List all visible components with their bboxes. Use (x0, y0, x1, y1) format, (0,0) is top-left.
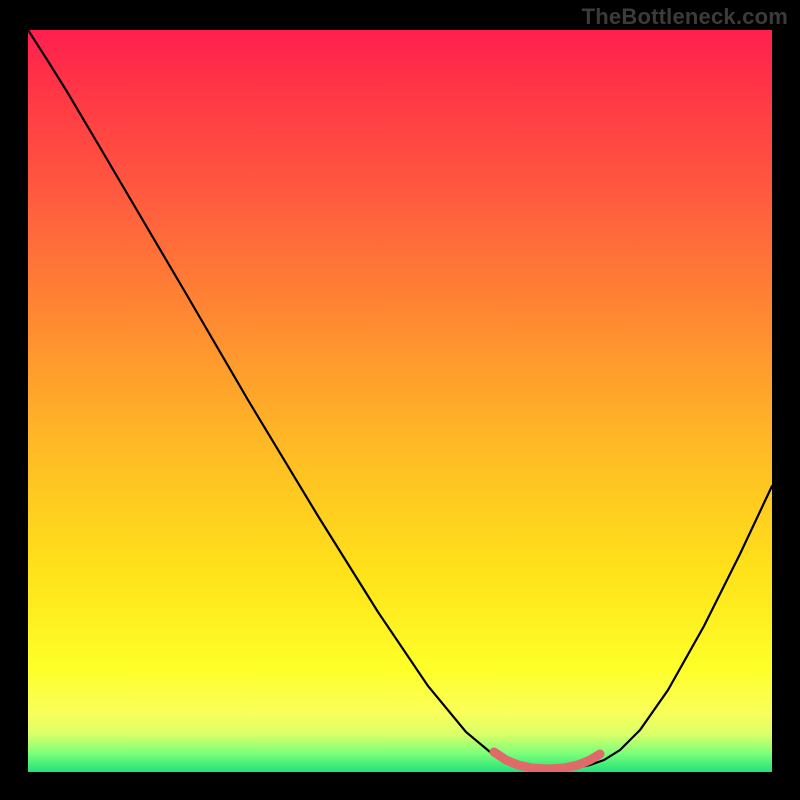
plot-area (28, 30, 772, 772)
watermark-text: TheBottleneck.com (582, 4, 788, 30)
curve-layer (28, 30, 772, 772)
chart-stage: TheBottleneck.com (0, 0, 800, 800)
bottleneck-curve (28, 30, 772, 769)
valley-highlight (494, 752, 600, 769)
